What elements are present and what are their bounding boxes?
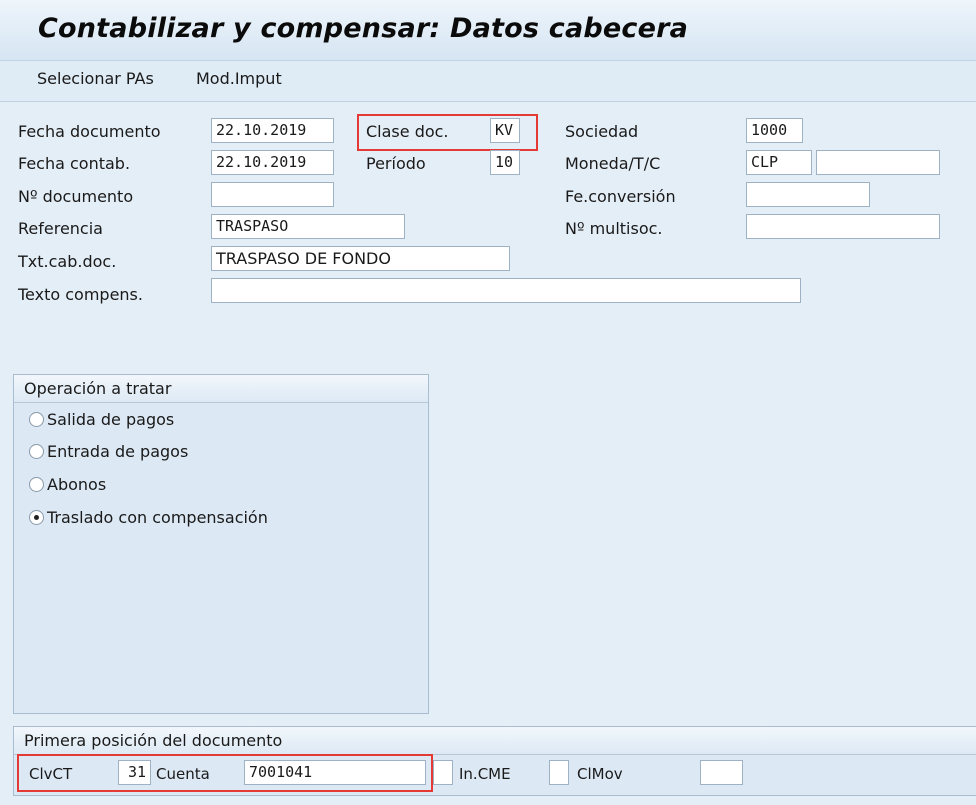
texto-compens-label: Texto compens. <box>18 285 143 304</box>
exchange-rate-field[interactable] <box>816 150 940 175</box>
moneda-label: Moneda/T/C <box>565 154 661 173</box>
fecha-documento-field[interactable]: 22.10.2019 <box>211 118 334 143</box>
radio-label: Abonos <box>47 475 107 494</box>
radio-button-icon[interactable] <box>29 477 44 492</box>
txt-cab-doc-field[interactable]: TRASPASO DE FONDO <box>211 246 510 271</box>
clase-doc-label: Clase doc. <box>366 122 449 141</box>
radio-abonos[interactable]: Abonos <box>29 475 106 494</box>
clvct-label: ClvCT <box>29 765 73 783</box>
incme-field[interactable] <box>549 760 569 785</box>
fecha-documento-label: Fecha documento <box>18 122 161 141</box>
sociedad-label: Sociedad <box>565 122 639 141</box>
first-item-group-title: Primera posición del documento <box>14 727 976 755</box>
fecha-contab-label: Fecha contab. <box>18 154 131 173</box>
fe-conversion-field[interactable] <box>746 182 870 207</box>
operation-group-title: Operación a tratar <box>14 375 428 403</box>
referencia-label: Referencia <box>18 219 103 238</box>
clmov-label: ClMov <box>577 765 623 783</box>
sociedad-field[interactable]: 1000 <box>746 118 803 143</box>
radio-button-icon[interactable] <box>29 412 44 427</box>
radio-label: Salida de pagos <box>47 410 175 429</box>
clvct-field[interactable]: 31 <box>118 760 151 785</box>
cuenta-field[interactable]: 7001041 <box>244 760 426 785</box>
radio-label: Traslado con compensación <box>47 508 268 527</box>
radio-label: Entrada de pagos <box>47 442 189 461</box>
referencia-field[interactable]: TRASPASO <box>211 214 405 239</box>
periodo-field[interactable]: 10 <box>490 150 520 175</box>
select-items-button[interactable]: Selecionar PAs <box>37 69 154 88</box>
radio-button-icon[interactable] <box>29 444 44 459</box>
modify-input-button[interactable]: Mod.Imput <box>196 69 282 88</box>
n-documento-label: Nº documento <box>18 187 134 206</box>
clmov-field[interactable] <box>700 760 743 785</box>
n-documento-field[interactable] <box>211 182 334 207</box>
periodo-label: Período <box>366 154 426 173</box>
txt-cab-doc-label: Txt.cab.doc. <box>18 252 117 271</box>
radio-salida-pagos[interactable]: Salida de pagos <box>29 410 174 429</box>
cuenta-extra-field[interactable] <box>433 760 453 785</box>
moneda-field[interactable]: CLP <box>746 150 812 175</box>
n-multisoc-field[interactable] <box>746 214 940 239</box>
clase-doc-field[interactable]: KV <box>490 118 520 143</box>
cuenta-label: Cuenta <box>156 765 210 783</box>
incme-label: In.CME <box>459 765 511 783</box>
n-multisoc-label: Nº multisoc. <box>565 219 663 238</box>
radio-selected-icon[interactable] <box>29 510 44 525</box>
radio-entrada-pagos[interactable]: Entrada de pagos <box>29 442 188 461</box>
texto-compens-field[interactable] <box>211 278 801 303</box>
radio-traslado-compensacion[interactable]: Traslado con compensación <box>29 508 268 527</box>
fecha-contab-field[interactable]: 22.10.2019 <box>211 150 334 175</box>
fe-conversion-label: Fe.conversión <box>565 187 676 206</box>
page-title: Contabilizar y compensar: Datos cabecera <box>38 13 689 44</box>
